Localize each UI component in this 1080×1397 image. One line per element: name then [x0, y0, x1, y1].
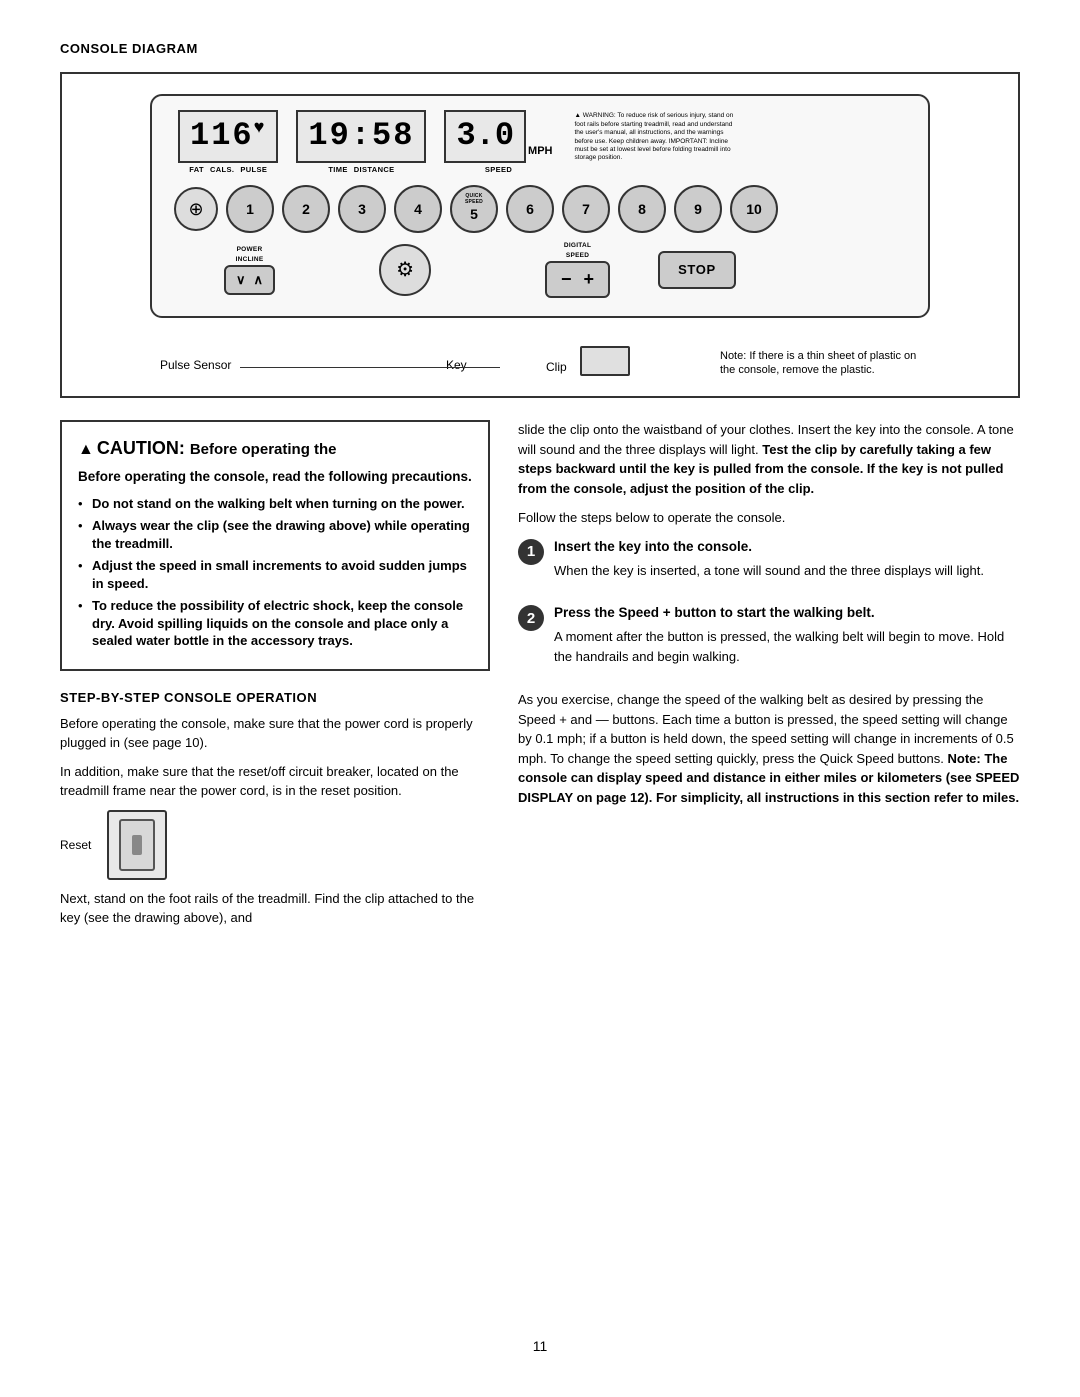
quick-speed-label: QUICKSPEED	[465, 194, 483, 205]
page-number: 11	[60, 1337, 1020, 1357]
display-value-1: 116	[190, 117, 254, 154]
display-block-2: 19:58 TIME DISTANCE	[296, 110, 426, 175]
step-2-body: A moment after the button is pressed, th…	[554, 627, 1020, 666]
num-button-1[interactable]: 1	[226, 185, 274, 233]
step-2-circle: 2	[518, 605, 544, 631]
speed-plus-icon: +	[584, 267, 595, 292]
warning-text: ▲ WARNING: To reduce risk of serious inj…	[575, 112, 734, 161]
stop-label: STOP	[678, 262, 716, 277]
display-value-2: 19:58	[308, 117, 414, 154]
key-label: Key	[446, 357, 467, 374]
step-1-block: 1 Insert the key into the console. When …	[518, 538, 1020, 590]
main-content: ▲CAUTION: Before operating the Before op…	[60, 420, 1020, 1317]
display-row: 116♥ FAT CALS. PULSE 19:58	[170, 110, 910, 175]
key-hole-button[interactable]: ⚙	[379, 244, 431, 296]
pulse-line	[240, 367, 440, 368]
section-title: CONSOLE DIAGRAM	[60, 40, 198, 58]
num-button-3[interactable]: 3	[338, 185, 386, 233]
caution-list: Do not stand on the walking belt when tu…	[78, 495, 472, 650]
sensor-icon: ⊕	[188, 197, 203, 222]
display-labels-2: TIME DISTANCE	[328, 165, 394, 176]
num-button-6[interactable]: 6	[506, 185, 554, 233]
num-button-9[interactable]: 9	[674, 185, 722, 233]
speed-value: 3.0	[456, 117, 514, 154]
step-2-number: 2	[527, 608, 535, 629]
console-diagram-box: 116♥ FAT CALS. PULSE 19:58	[60, 72, 1020, 398]
reset-image	[107, 810, 167, 880]
note-text: Note: If there is a thin sheet of plasti…	[720, 349, 930, 379]
display-block-1: 116♥ FAT CALS. PULSE	[178, 110, 278, 175]
key-icon: ⚙	[396, 256, 414, 284]
digital-speed-buttons[interactable]: − +	[545, 261, 610, 298]
reset-block: Reset	[60, 810, 490, 880]
warning-text-box: ▲ WARNING: To reduce risk of serious inj…	[575, 112, 735, 163]
key-line	[440, 367, 500, 368]
clip-label: Clip	[546, 359, 567, 376]
stop-button[interactable]: STOP	[658, 251, 736, 289]
speed-label-row: SPEED	[485, 165, 512, 176]
num-button-8[interactable]: 8	[618, 185, 666, 233]
step-1-body: When the key is inserted, a tone will so…	[554, 561, 1020, 581]
caution-item-1: Do not stand on the walking belt when tu…	[78, 495, 472, 513]
step-para-2: In addition, make sure that the reset/of…	[60, 763, 490, 801]
right-para-3: As you exercise, change the speed of the…	[518, 690, 1020, 807]
num-button-4[interactable]: 4	[394, 185, 442, 233]
step-1-heading: Insert the key into the console.	[554, 538, 1020, 557]
mph-label: MPH	[528, 144, 552, 159]
display-screen-1: 116♥	[178, 110, 278, 163]
sensor-button[interactable]: ⊕	[174, 187, 218, 231]
caution-triangle-icon: ▲	[78, 441, 94, 458]
num-button-10[interactable]: 10	[730, 185, 778, 233]
heart-icon: ♥	[254, 119, 267, 139]
caution-item-3: Adjust the speed in small increments to …	[78, 557, 472, 592]
display-block-3: 3.0 MPH SPEED	[444, 110, 552, 175]
step-2-block: 2 Press the Speed + button to start the …	[518, 604, 1020, 676]
step-1-content: Insert the key into the console. When th…	[554, 538, 1020, 590]
step-2-content: Press the Speed + button to start the wa…	[554, 604, 1020, 676]
pulse-sensor-label: Pulse Sensor	[160, 357, 231, 374]
caution-item-2: Always wear the clip (see the drawing ab…	[78, 517, 472, 552]
clip-image	[580, 346, 630, 376]
right-column: slide the clip onto the waistband of you…	[518, 420, 1020, 1317]
caution-item-4: To reduce the possibility of electric sh…	[78, 597, 472, 650]
digital-speed-group: DIGITALSPEED − +	[545, 241, 610, 298]
speed-minus-icon: −	[561, 267, 572, 292]
step-section-title: STEP-BY-STEP CONSOLE OPERATION	[60, 689, 490, 707]
left-column: ▲CAUTION: Before operating the Before op…	[60, 420, 490, 1317]
digital-speed-label: DIGITALSPEED	[564, 241, 591, 261]
power-incline-label: POWERINCLINE	[236, 245, 264, 265]
right-para-2: Follow the steps below to operate the co…	[518, 508, 1020, 528]
incline-button-group: POWERINCLINE ∨ ∧	[224, 245, 275, 295]
console-panel: 116♥ FAT CALS. PULSE 19:58	[150, 94, 930, 318]
step-para-1: Before operating the console, make sure …	[60, 715, 490, 753]
step-1-number: 1	[527, 541, 535, 562]
num-button-5[interactable]: QUICKSPEED 5	[450, 185, 498, 233]
num-button-7[interactable]: 7	[562, 185, 610, 233]
control-row: POWERINCLINE ∨ ∧ ⚙	[224, 241, 910, 298]
step-2-heading: Press the Speed + button to start the wa…	[554, 604, 1020, 623]
caution-title: ▲CAUTION: Before operating the	[78, 436, 472, 461]
right-para-1: slide the clip onto the waistband of you…	[518, 420, 1020, 498]
display-screen-2: 19:58	[296, 110, 426, 163]
page-header: CONSOLE DIAGRAM	[60, 40, 1020, 58]
caution-word: CAUTION:	[97, 438, 190, 458]
reset-label: Reset	[60, 837, 91, 854]
incline-arrows-button[interactable]: ∨ ∧	[224, 265, 275, 295]
caution-box: ▲CAUTION: Before operating the Before op…	[60, 420, 490, 671]
speed-value-row: 3.0 MPH	[444, 110, 552, 163]
caution-subtitle: Before operating the console, read the f…	[78, 468, 472, 487]
console-image-area: 116♥ FAT CALS. PULSE 19:58	[86, 94, 994, 378]
num-button-2[interactable]: 2	[282, 185, 330, 233]
incline-down-icon: ∨	[236, 271, 246, 289]
speed-screen: 3.0	[444, 110, 526, 163]
diagram-labels: Pulse Sensor Key Clip Note: If there is …	[150, 326, 930, 378]
buttons-row: ⊕ 1 2 3 4 QUICKSPEED 5 6 7 8 9	[174, 185, 910, 233]
incline-up-icon: ∧	[254, 271, 264, 289]
caution-before-text: Before operating the	[190, 441, 337, 458]
step-1-circle: 1	[518, 539, 544, 565]
display-labels-1: FAT CALS. PULSE	[189, 165, 267, 176]
step-para-3: Next, stand on the foot rails of the tre…	[60, 890, 490, 928]
